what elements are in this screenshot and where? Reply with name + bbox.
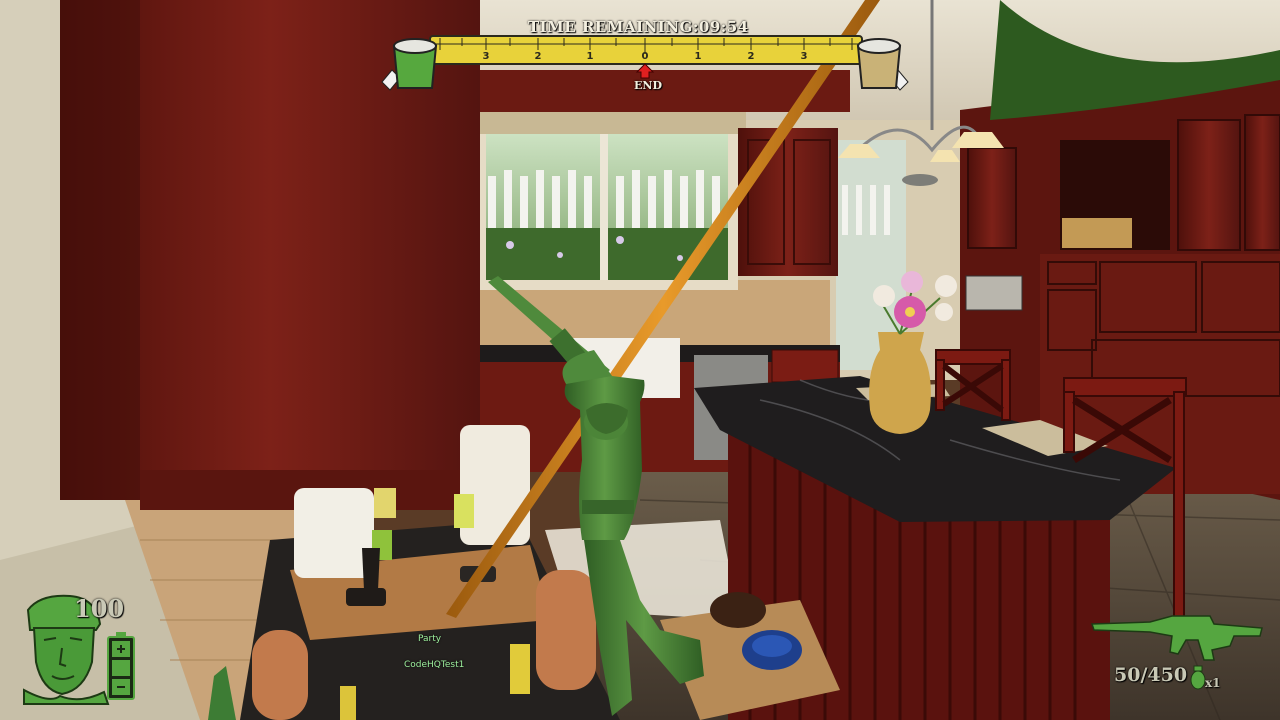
game-scene: 3 2 1 0 1 2 3 xyxy=(0,0,1280,720)
health-value: 100 xyxy=(74,594,125,623)
ruler-tick-label: 2 xyxy=(748,51,755,62)
party-label: Party xyxy=(418,634,442,644)
ruler-tick-label: 3 xyxy=(483,51,490,62)
time-remaining-label: TIME REMAINING: xyxy=(528,18,699,36)
ruler-tick-label: 1 xyxy=(695,51,702,62)
grenade-count: x1 xyxy=(1205,676,1221,690)
ruler-tick-label: 1 xyxy=(587,51,594,62)
ruler-tick-label: 2 xyxy=(535,51,542,62)
player-name-tag: CodeHQTest1 xyxy=(404,660,465,670)
time-remaining-readout: TIME REMAINING:09:54 xyxy=(528,18,749,36)
end-marker-label: END xyxy=(634,79,662,92)
ammo-count: 50/450 xyxy=(1114,664,1188,686)
time-remaining-value: 09:54 xyxy=(698,18,749,36)
ruler-tick-label: 3 xyxy=(801,51,808,62)
ruler-tick-label: 0 xyxy=(642,51,649,62)
battery-icon xyxy=(107,632,135,700)
